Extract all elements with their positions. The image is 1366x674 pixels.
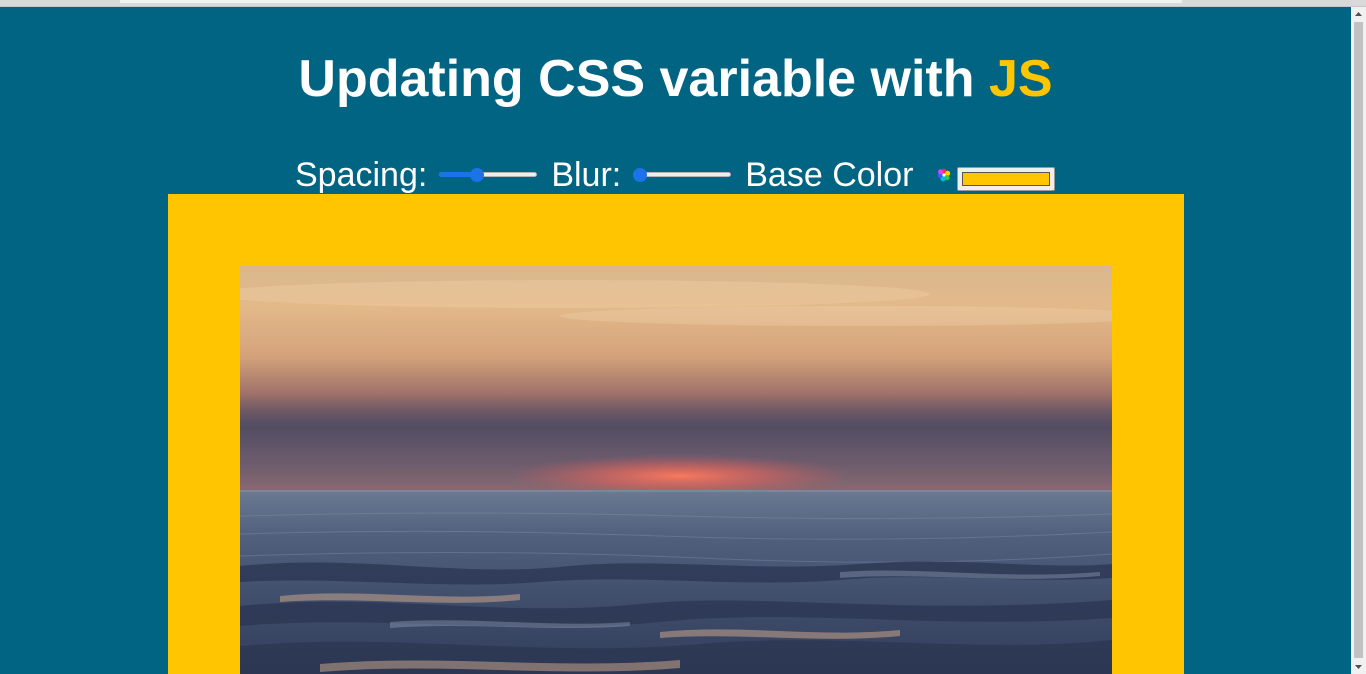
blur-slider-track [633,172,732,177]
page-title-text: Updating CSS variable with [298,50,989,108]
color-wheel-icon [938,168,951,182]
blur-slider[interactable] [633,167,732,183]
blur-label: Blur: [551,155,622,194]
page: Updating CSS variable with JS Spacing: B… [0,7,1351,674]
browser-top-strip [0,0,1366,7]
sunset-ocean-image [240,266,1112,674]
spacing-slider-thumb[interactable] [469,168,484,182]
blur-slider-thumb[interactable] [633,168,648,182]
controls-bar: Spacing: Blur: Base Color [295,155,1056,195]
spacing-label: Spacing: [295,155,428,194]
image-frame [168,194,1184,674]
page-title: Updating CSS variable with JS [0,47,1351,111]
scroll-down-arrow-icon[interactable] [1351,659,1366,674]
vertical-scrollbar[interactable] [1351,7,1366,674]
browser-top-strip-inner [120,0,1182,3]
spacing-slider[interactable] [439,167,538,183]
base-color-label: Base Color [745,155,914,194]
scrollbar-thumb[interactable] [1354,22,1363,658]
sunset-ocean-photo [240,266,1112,674]
base-color-swatch [962,172,1051,186]
page-title-highlight: JS [988,50,1053,108]
scroll-up-arrow-icon[interactable] [1351,7,1366,22]
base-color-picker[interactable] [957,167,1056,191]
